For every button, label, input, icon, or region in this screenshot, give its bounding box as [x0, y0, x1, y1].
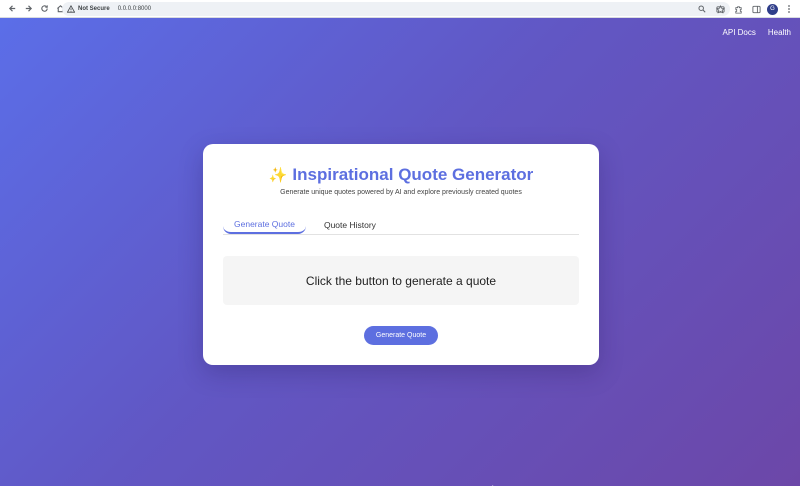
url-text[interactable]: 0.0.0.0:8000: [118, 6, 151, 12]
title-row: ✨ Inspirational Quote Generator: [203, 165, 599, 185]
security-label[interactable]: Not Secure: [78, 6, 110, 12]
api-docs-link[interactable]: API Docs: [723, 28, 756, 37]
forward-icon[interactable]: [21, 2, 35, 16]
health-link[interactable]: Health: [768, 28, 791, 37]
cast-icon[interactable]: [713, 2, 727, 16]
mouse-cursor-icon: [492, 480, 499, 486]
tab-bar: Generate Quote Quote History: [223, 216, 579, 235]
subtitle: Generate unique quotes powered by AI and…: [280, 189, 522, 196]
sidebar-icon[interactable]: [749, 2, 763, 16]
generate-quote-button[interactable]: Generate Quote: [364, 326, 438, 345]
browser-toolbar: Not Secure 0.0.0.0:8000 G: [0, 0, 800, 18]
menu-kebab-icon[interactable]: [782, 2, 796, 16]
quote-card: ✨ Inspirational Quote Generator Generate…: [203, 144, 599, 365]
page-title: Inspirational Quote Generator: [292, 165, 534, 184]
top-nav: API Docs Health: [723, 28, 791, 37]
sparkles-icon: ✨: [268, 167, 288, 184]
tab-generate-quote[interactable]: Generate Quote: [223, 216, 306, 234]
tab-quote-history[interactable]: Quote History: [313, 216, 387, 234]
profile-avatar[interactable]: G: [767, 3, 778, 15]
reload-icon[interactable]: [37, 2, 51, 16]
zoom-icon[interactable]: [696, 3, 708, 15]
address-bar[interactable]: Not Secure 0.0.0.0:8000: [62, 2, 730, 16]
warning-icon[interactable]: [66, 5, 75, 14]
quote-placeholder: Click the button to generate a quote: [305, 273, 497, 288]
quote-display: Click the button to generate a quote: [223, 256, 579, 305]
page-background: API Docs Health ✨ Inspirational Quote Ge…: [0, 18, 800, 486]
back-icon[interactable]: [5, 2, 19, 16]
extensions-icon[interactable]: [731, 2, 745, 16]
